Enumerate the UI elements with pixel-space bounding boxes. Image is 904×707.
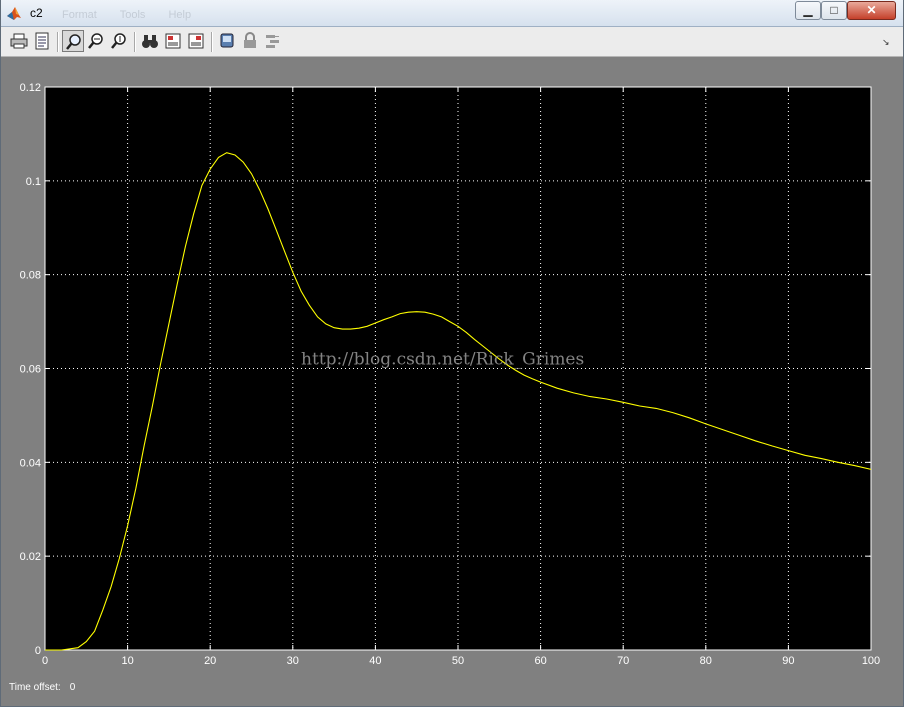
x-tick-label: 90	[782, 655, 794, 667]
toolbar-separator	[134, 32, 136, 52]
window-title: c2	[30, 6, 43, 20]
autoscale-icon[interactable]	[139, 30, 161, 52]
signal-selection-icon[interactable]	[262, 30, 284, 52]
toolbar-separator	[211, 32, 213, 52]
zoom-icon[interactable]	[62, 30, 84, 52]
x-tick-label: 80	[700, 655, 712, 667]
faded-menu-item: Help	[168, 9, 192, 21]
print-icon[interactable]	[8, 30, 30, 52]
x-tick-label: 60	[534, 655, 546, 667]
close-button[interactable]: ✕	[847, 1, 896, 20]
minimize-button[interactable]: ▁	[795, 1, 821, 20]
zoom-x-icon[interactable]	[85, 30, 107, 52]
x-tick-label: 100	[862, 655, 880, 667]
time-offset-value: 0	[69, 682, 76, 693]
y-tick-label: 0.04	[20, 457, 41, 469]
x-tick-label: 0	[42, 655, 48, 667]
x-tick-label: 50	[452, 655, 464, 667]
watermark-text: http://blog.csdn.net/Rick_Grimes	[301, 350, 584, 370]
faded-menu-item: Format	[62, 9, 97, 21]
y-tick-label: 0.12	[20, 82, 41, 94]
x-tick-label: 20	[204, 655, 216, 667]
time-offset-readout: Time offset: 0	[9, 682, 75, 693]
restore-axes-icon[interactable]	[185, 30, 207, 52]
save-axes-icon[interactable]	[162, 30, 184, 52]
y-tick-label: 0.02	[20, 551, 41, 563]
y-tick-label: 0.1	[26, 176, 41, 188]
zoom-y-icon[interactable]	[108, 30, 130, 52]
y-tick-label: 0.06	[20, 364, 41, 376]
faded-menu-bar: Format Tools Help	[62, 9, 211, 21]
scope-toolbar: ↘	[0, 27, 904, 57]
y-tick-label: 0.08	[20, 270, 41, 282]
x-tick-label: 30	[287, 655, 299, 667]
matlab-logo-icon	[6, 5, 22, 21]
time-offset-label: Time offset:	[9, 682, 61, 693]
scope-display: 0 10 20 30 40 50 60 70 80 90 100 0 0.02 0.04 0.06 0.08 0…	[8, 57, 896, 699]
scope-plot[interactable]: 0 10 20 30 40 50 60 70 80 90 100 0 0.02 0.04 0.06 0.08 0…	[8, 57, 896, 679]
maximize-button[interactable]: □	[821, 1, 847, 20]
faded-menu-item: Tools	[119, 9, 146, 21]
window-titlebar: c2 Format Tools Help ▁ □ ✕	[0, 0, 904, 27]
parameters-icon[interactable]	[31, 30, 53, 52]
x-tick-label: 10	[121, 655, 133, 667]
toolbar-overflow-icon[interactable]: ↘	[882, 37, 890, 48]
floating-scope-icon[interactable]	[216, 30, 238, 52]
toolbar-separator	[57, 32, 59, 52]
x-tick-label: 70	[617, 655, 629, 667]
y-tick-label: 0	[35, 645, 41, 657]
x-tick-label: 40	[369, 655, 381, 667]
lock-axes-icon[interactable]	[239, 30, 261, 52]
